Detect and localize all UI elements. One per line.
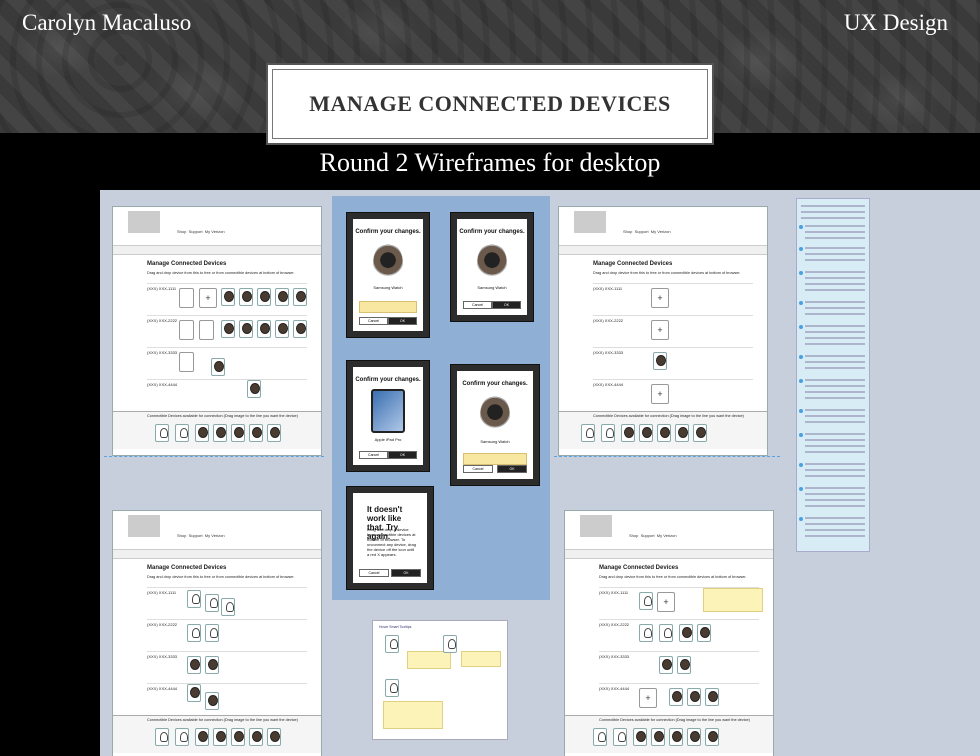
- wireframe-top-right: Shop Support My Verizon Manage Connected…: [558, 206, 768, 456]
- category-label: UX Design: [843, 10, 948, 35]
- wireframe-bottom-left: Shop Support My Verizon Manage Connected…: [112, 510, 322, 756]
- author-name: Carolyn Macaluso: [22, 10, 192, 35]
- device-row: (XXX) XXX-4444: [147, 379, 307, 409]
- notes-column: [796, 198, 870, 552]
- device-row: (XXX) XXX-3333: [147, 347, 307, 377]
- modal-panel: Confirm your changes. Samsung Watch Canc…: [332, 196, 550, 600]
- logo-placeholder: [574, 211, 606, 233]
- wf-heading: Manage Connected Devices: [147, 261, 227, 267]
- wireframe-top-left: Shop Support My Verizon Manage Connected…: [112, 206, 322, 456]
- connectible-footer: Connectible Devices available for connec…: [113, 411, 321, 449]
- wf-instruction-1: Drag and drop device from this to free o…: [593, 271, 741, 275]
- wf-heading: Manage Connected Devices: [593, 261, 673, 267]
- watch-image: [373, 243, 403, 281]
- top-nav: Shop Support My Verizon: [177, 229, 225, 234]
- confirm-modal-watch-3: Confirm your changes. Samsung Watch Canc…: [457, 371, 533, 479]
- confirm-modal-watch-2: Confirm your changes. Samsung Watch Canc…: [457, 219, 527, 315]
- page-subtitle: Round 2 Wireframes for desktop: [319, 148, 661, 177]
- cancel-button[interactable]: Cancel: [359, 317, 388, 325]
- error-modal: It doesn't work like that. Try again. Dr…: [353, 493, 427, 583]
- title-box: MANAGE CONNECTED DEVICES: [266, 63, 714, 145]
- tooltip-panel: Hover Smart Tooltips: [372, 620, 508, 740]
- wireframe-board: Shop Support My Verizon Manage Connected…: [100, 190, 980, 756]
- tablet-image: [371, 389, 405, 433]
- secondary-nav: [113, 245, 321, 255]
- wf-instruction-1: Drag and drop device from this to free o…: [147, 271, 295, 275]
- secondary-nav: [559, 245, 767, 255]
- wireframe-bottom-right: Shop Support My Verizon Manage Connected…: [564, 510, 774, 756]
- page-title: MANAGE CONNECTED DEVICES: [309, 91, 671, 116]
- confirm-modal-watch: Confirm your changes. Samsung Watch Canc…: [353, 219, 423, 331]
- device-row: (XXX) XXX-2222: [147, 315, 307, 345]
- confirm-modal-tablet: Confirm your changes. Apple iPad Pro Can…: [353, 367, 423, 465]
- top-nav: Shop Support My Verizon: [623, 229, 671, 234]
- logo-placeholder: [128, 211, 160, 233]
- ok-button[interactable]: OK: [388, 317, 417, 325]
- device-row: (XXX) XXX-1111 +: [147, 283, 307, 313]
